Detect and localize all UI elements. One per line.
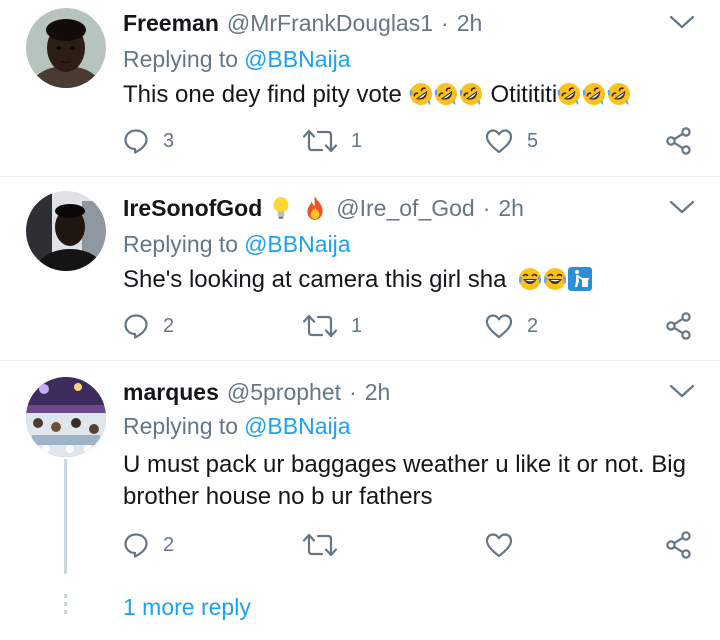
tweet-header: marques @5prophet · 2h bbox=[123, 377, 390, 407]
separator: · bbox=[349, 378, 357, 405]
retweet-button[interactable]: 1 bbox=[303, 309, 362, 343]
like-icon bbox=[485, 128, 513, 154]
tweet-freeman[interactable]: Freeman @MrFrankDouglas1 · 2h Replying t… bbox=[0, 0, 720, 176]
rolling-on-floor-laughing-icon bbox=[607, 82, 631, 106]
reply-button[interactable]: 3 bbox=[123, 124, 174, 158]
tweet-header: Freeman @MrFrankDouglas1 · 2h bbox=[123, 8, 482, 38]
retweet-count: 1 bbox=[351, 129, 363, 152]
reply-icon bbox=[123, 532, 149, 558]
display-name[interactable]: marques bbox=[123, 379, 219, 406]
separator: · bbox=[482, 194, 491, 221]
retweet-count: 1 bbox=[351, 314, 363, 337]
tweet-actions: 2 bbox=[123, 528, 703, 562]
replying-to-label: Replying to bbox=[123, 231, 239, 257]
avatar[interactable] bbox=[26, 191, 106, 271]
timestamp[interactable]: 2h bbox=[498, 195, 524, 222]
like-icon bbox=[485, 532, 513, 558]
share-icon bbox=[665, 312, 693, 340]
share-icon bbox=[665, 531, 693, 559]
separator: · bbox=[441, 9, 449, 36]
rolling-on-floor-laughing-icon bbox=[582, 82, 606, 106]
avatar[interactable] bbox=[26, 8, 106, 88]
rolling-on-floor-laughing-icon bbox=[434, 82, 458, 106]
tweet-text-part: Otitititi bbox=[490, 81, 558, 108]
display-name[interactable]: Freeman bbox=[123, 10, 219, 37]
display-name[interactable]: IreSonofGod bbox=[123, 195, 262, 222]
retweet-icon bbox=[303, 532, 337, 558]
replying-to: Replying to @BBNaija bbox=[123, 231, 351, 258]
face-with-tears-of-joy-icon bbox=[543, 267, 567, 291]
like-count: 5 bbox=[527, 129, 539, 152]
reply-button[interactable]: 2 bbox=[123, 309, 174, 343]
user-handle[interactable]: @5prophet bbox=[227, 379, 341, 406]
chevron-down-icon[interactable] bbox=[668, 381, 696, 401]
tweet-actions: 2 1 2 bbox=[123, 309, 703, 343]
like-button[interactable]: 2 bbox=[485, 309, 538, 343]
tweet-iresonofgod[interactable]: IreSonofGod @Ire_of_God · 2h Replying to… bbox=[0, 177, 720, 360]
reply-icon bbox=[123, 313, 149, 339]
user-handle[interactable]: @Ire_of_God bbox=[336, 195, 474, 222]
avatar[interactable] bbox=[26, 377, 106, 457]
share-button[interactable] bbox=[665, 309, 693, 343]
light-bulb-icon bbox=[268, 195, 294, 221]
name-emoji bbox=[268, 195, 328, 221]
more-replies-link[interactable]: 1 more reply bbox=[123, 594, 251, 621]
thread-line bbox=[64, 459, 67, 574]
thread-dots bbox=[64, 594, 67, 618]
tweet-text-part: This one dey find pity vote bbox=[123, 81, 409, 108]
reply-count: 3 bbox=[163, 129, 175, 152]
tweet-header: IreSonofGod @Ire_of_God · 2h bbox=[123, 193, 524, 223]
retweet-button[interactable]: 1 bbox=[303, 124, 362, 158]
replying-to: Replying to @BBNaija bbox=[123, 46, 351, 73]
timestamp[interactable]: 2h bbox=[457, 10, 483, 37]
user-handle[interactable]: @MrFrankDouglas1 bbox=[227, 10, 433, 37]
replying-to: Replying to @BBNaija bbox=[123, 413, 351, 440]
mention-link[interactable]: @BBNaija bbox=[244, 231, 350, 257]
reply-button[interactable]: 2 bbox=[123, 528, 174, 562]
tweet-actions: 3 1 5 bbox=[123, 124, 703, 158]
like-count: 2 bbox=[527, 314, 539, 337]
tweet-text: She's looking at camera this girl sha bbox=[123, 264, 703, 296]
put-litter-in-its-place-icon bbox=[568, 267, 592, 291]
replying-to-label: Replying to bbox=[123, 413, 239, 439]
like-icon bbox=[485, 313, 513, 339]
timestamp[interactable]: 2h bbox=[365, 379, 391, 406]
fire-icon bbox=[302, 195, 328, 221]
chevron-down-icon[interactable] bbox=[668, 197, 696, 217]
like-button[interactable]: 5 bbox=[485, 124, 538, 158]
retweet-button[interactable] bbox=[303, 528, 337, 562]
retweet-icon bbox=[303, 128, 337, 154]
chevron-down-icon[interactable] bbox=[668, 12, 696, 32]
tweet-text: U must pack ur baggages weather u like i… bbox=[123, 451, 686, 510]
face-with-tears-of-joy-icon bbox=[518, 267, 542, 291]
like-button[interactable] bbox=[485, 528, 513, 562]
reply-count: 2 bbox=[163, 533, 175, 556]
share-icon bbox=[665, 127, 693, 155]
tweet-text-part: She's looking at camera this girl sha bbox=[123, 266, 507, 293]
reply-count: 2 bbox=[163, 314, 175, 337]
rolling-on-floor-laughing-icon bbox=[557, 82, 581, 106]
rolling-on-floor-laughing-icon bbox=[409, 82, 433, 106]
share-button[interactable] bbox=[665, 528, 693, 562]
reply-icon bbox=[123, 128, 149, 154]
tweet-marques[interactable]: marques @5prophet · 2h Replying to @BBNai… bbox=[0, 361, 720, 640]
retweet-icon bbox=[303, 313, 337, 339]
mention-link[interactable]: @BBNaija bbox=[244, 413, 350, 439]
mention-link[interactable]: @BBNaija bbox=[244, 46, 350, 72]
replying-to-label: Replying to bbox=[123, 46, 239, 72]
rolling-on-floor-laughing-icon bbox=[459, 82, 483, 106]
tweet-text: This one dey find pity vote Otitititi bbox=[123, 79, 703, 111]
share-button[interactable] bbox=[665, 124, 693, 158]
